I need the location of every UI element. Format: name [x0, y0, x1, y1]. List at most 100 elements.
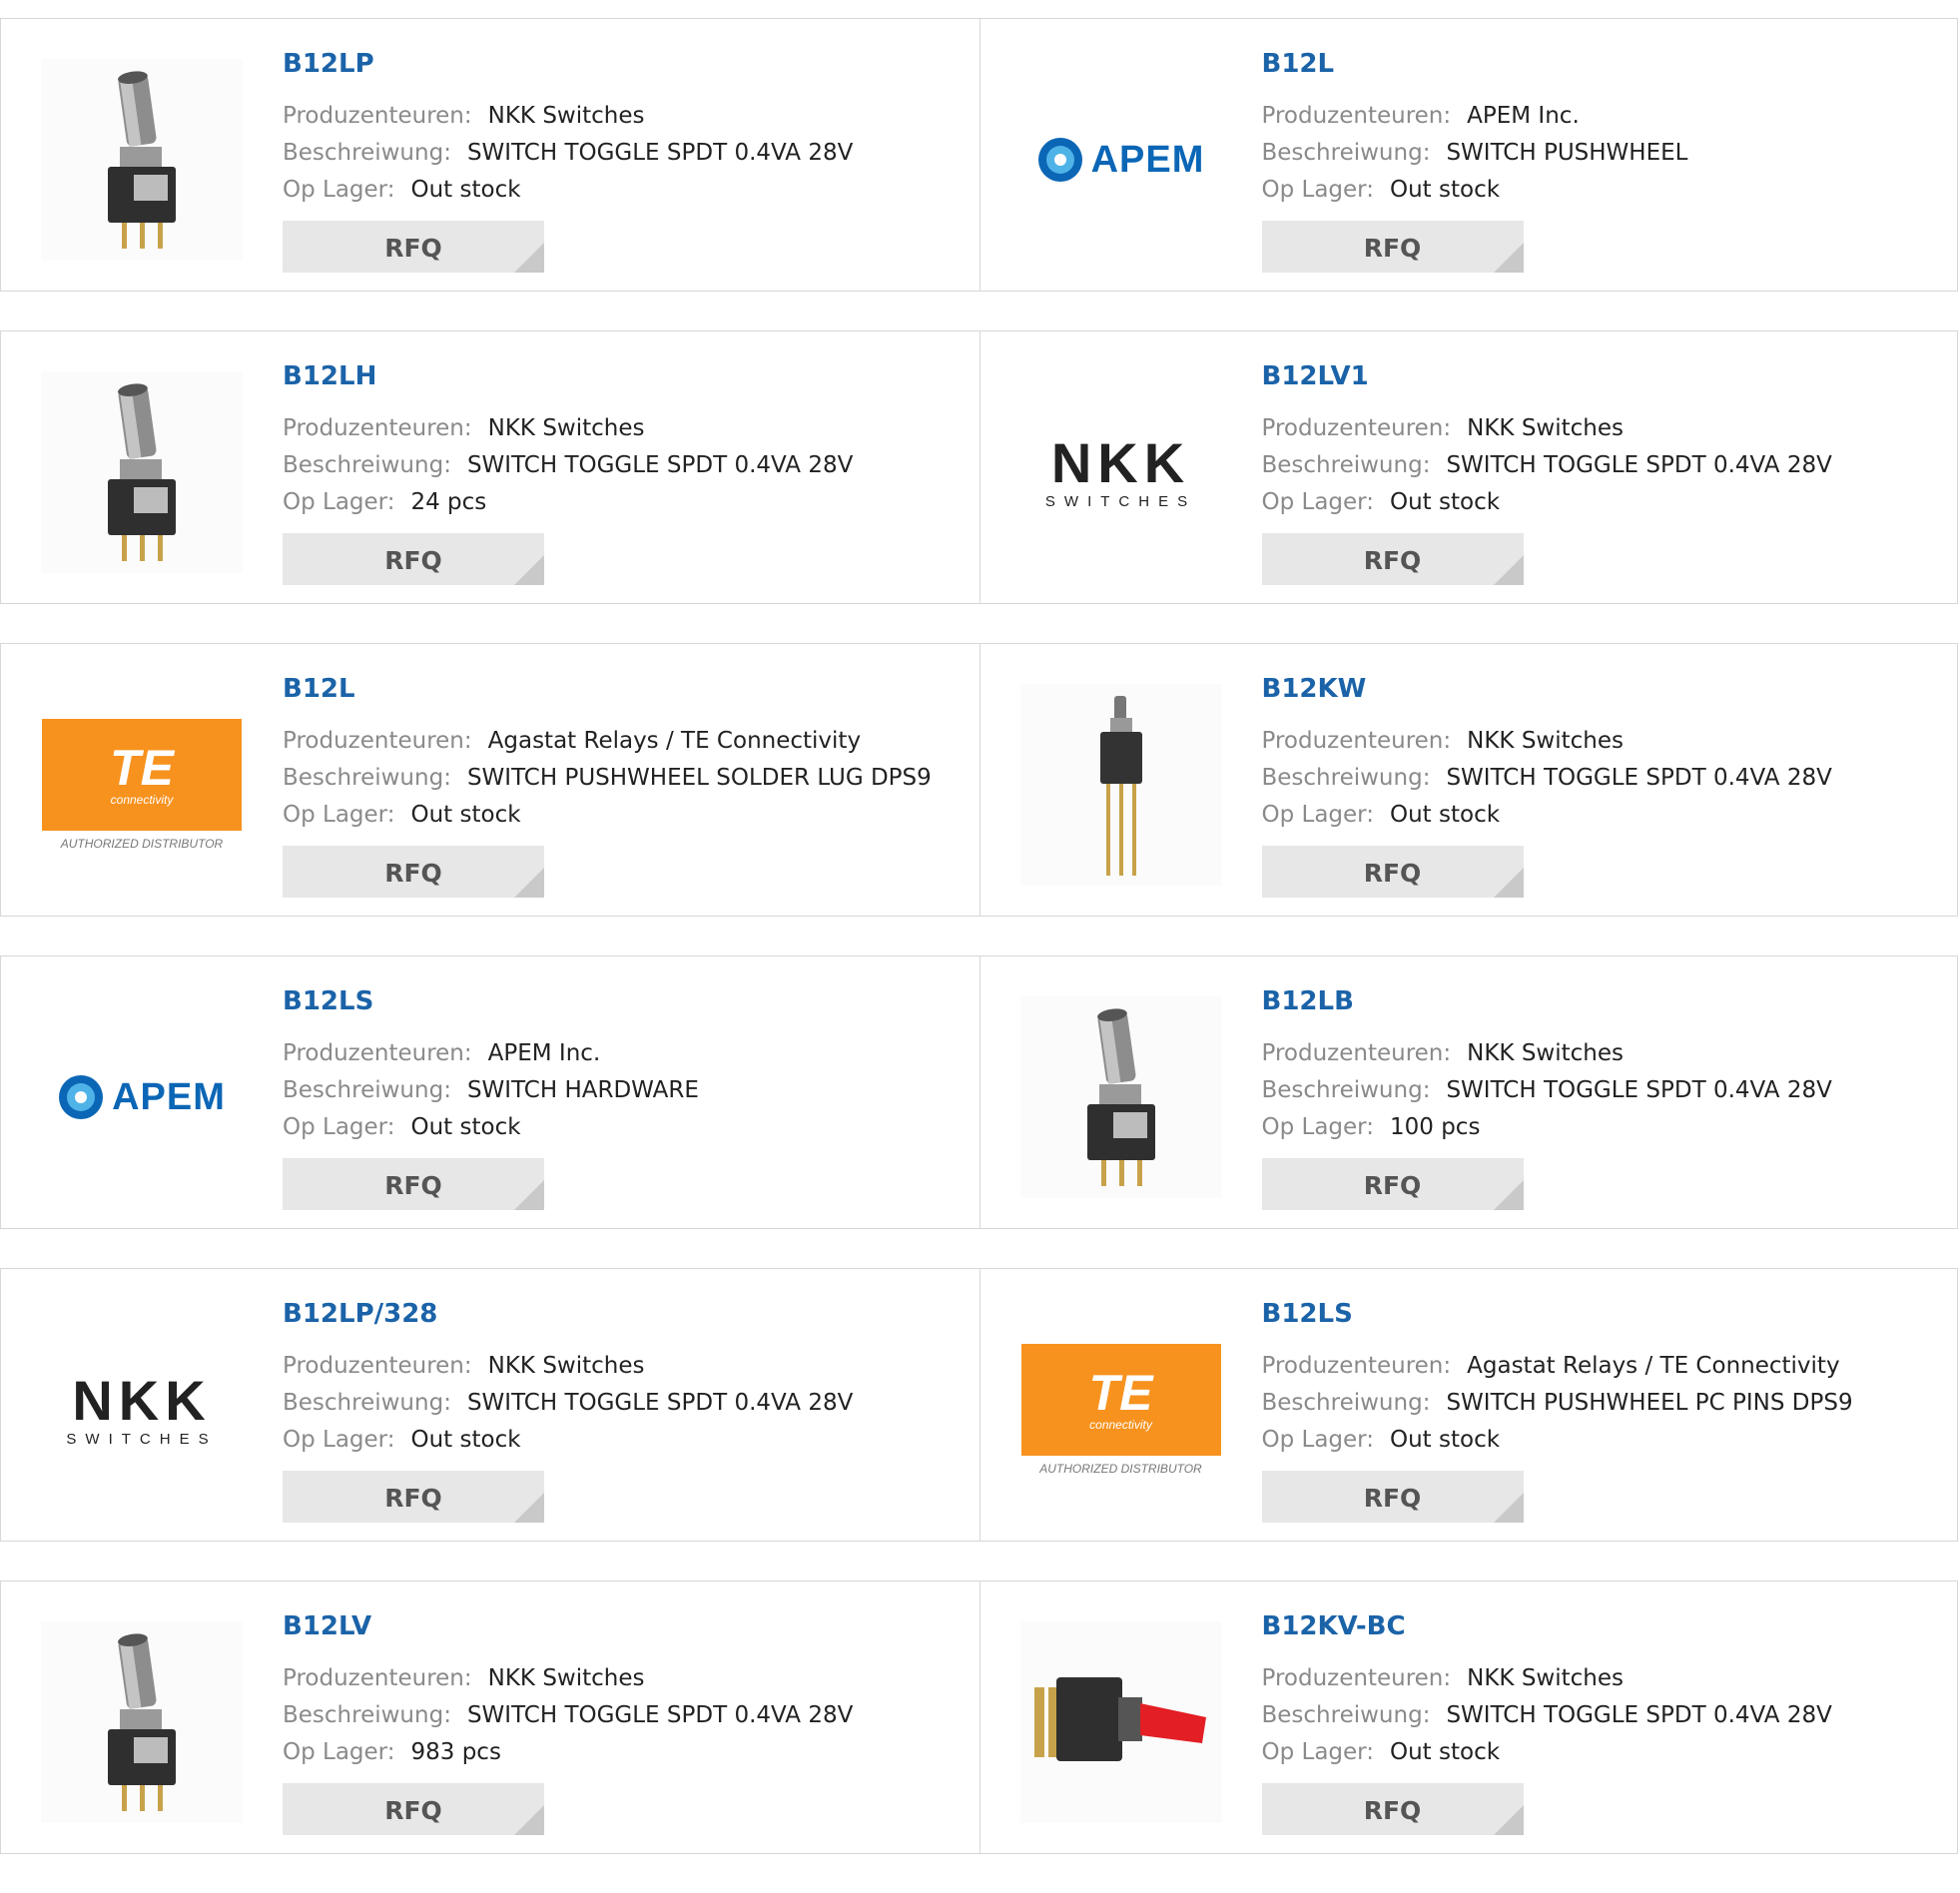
stock-value: Out stock: [410, 177, 521, 203]
rfq-button[interactable]: RFQ: [283, 221, 544, 273]
rfq-button-label: RFQ: [1363, 233, 1422, 263]
part-number-link[interactable]: B12L: [1262, 49, 1938, 79]
rfq-button[interactable]: RFQ: [1261, 1783, 1524, 1835]
rfq-button[interactable]: RFQ: [283, 1783, 544, 1835]
corner-triangle-icon: [514, 555, 544, 585]
rfq-button[interactable]: RFQ: [283, 1158, 544, 1210]
te-connectivity-logo[interactable]: TE connectivity AUTHORIZED DISTRIBUTOR: [1019, 1309, 1222, 1511]
stock-line: Op Lager: 24 pcs: [283, 484, 960, 521]
stock-label: Op Lager:: [1261, 1739, 1374, 1765]
part-number-link[interactable]: B12LH: [283, 361, 960, 391]
toggle-switch-image[interactable]: [41, 1621, 243, 1823]
nkk-logo[interactable]: NKK SWITCHES: [1019, 371, 1222, 573]
description-value: SWITCH TOGGLE SPDT 0.4VA 28V: [466, 1702, 854, 1728]
part-number-link[interactable]: B12LV1: [1262, 361, 1938, 391]
description-line: Beschreiwung: SWITCH TOGGLE SPDT 0.4VA 28…: [1262, 1072, 1938, 1109]
stock-line: Op Lager: Out stock: [1262, 484, 1938, 521]
rfq-button[interactable]: RFQ: [283, 1471, 544, 1523]
manufacturer-value: Agastat Relays / TE Connectivity: [487, 728, 862, 754]
part-number-link[interactable]: B12LS: [1262, 1299, 1938, 1329]
description-label: Beschreiwung:: [283, 1077, 451, 1103]
manufacturer-value: NKK Switches: [487, 1665, 645, 1691]
stock-label: Op Lager:: [283, 802, 395, 828]
rfq-button-label: RFQ: [1363, 1483, 1422, 1513]
product-info: B12KV-BC Produzenteuren: NKK Switches Besch…: [1261, 1611, 1938, 1835]
rfq-button-label: RFQ: [384, 858, 442, 888]
description-label: Beschreiwung:: [1261, 1702, 1431, 1728]
product-card: APEM B12L Produzenteuren: APEM Inc. Beschrei…: [979, 19, 1958, 291]
rfq-button-label: RFQ: [1363, 1795, 1422, 1825]
toggle-switch-image[interactable]: [1019, 684, 1222, 886]
manufacturer-label: Produzenteuren:: [1261, 1040, 1452, 1066]
rfq-button[interactable]: RFQ: [1261, 221, 1524, 273]
part-number-link[interactable]: B12LP: [283, 49, 960, 79]
corner-triangle-icon: [514, 868, 544, 898]
product-info: B12LP/328 Produzenteuren: NKK Switches Besc…: [283, 1299, 960, 1523]
product-info: B12LB Produzenteuren: NKK Switches Beschrei…: [1261, 986, 1938, 1210]
stock-line: Op Lager: Out stock: [1262, 172, 1938, 209]
rfq-button-label: RFQ: [384, 1170, 442, 1200]
description-value: SWITCH TOGGLE SPDT 0.4VA 28V: [466, 452, 854, 478]
description-value: SWITCH HARDWARE: [466, 1077, 699, 1103]
manufacturer-value: APEM Inc.: [1467, 103, 1580, 129]
apem-logo[interactable]: APEM: [41, 996, 243, 1198]
part-number-link[interactable]: B12KV-BC: [1262, 1611, 1938, 1641]
description-line: Beschreiwung: SWITCH PUSHWHEEL SOLDER LUG…: [283, 760, 960, 797]
rfq-button[interactable]: RFQ: [1261, 846, 1524, 898]
te-connectivity-logo[interactable]: TE connectivity AUTHORIZED DISTRIBUTOR: [41, 684, 243, 886]
rfq-button[interactable]: RFQ: [1261, 1471, 1524, 1523]
product-info: B12LS Produzenteuren: APEM Inc. Beschreiwun…: [283, 986, 960, 1210]
manufacturer-label: Produzenteuren:: [283, 728, 472, 754]
product-card: B12LH Produzenteuren: NKK Switches Beschrei…: [1, 331, 980, 603]
rfq-button[interactable]: RFQ: [283, 846, 544, 898]
stock-line: Op Lager: 983 pcs: [283, 1734, 960, 1771]
rfq-button[interactable]: RFQ: [1261, 1158, 1524, 1210]
manufacturer-line: Produzenteuren: NKK Switches: [1262, 410, 1938, 447]
stock-line: Op Lager: Out stock: [1262, 1734, 1938, 1771]
part-number-link[interactable]: B12LP/328: [283, 1299, 960, 1329]
nkk-logo[interactable]: NKK SWITCHES: [41, 1309, 243, 1511]
product-card: APEM B12LS Produzenteuren: APEM Inc. Beschre…: [1, 956, 980, 1228]
part-number-link[interactable]: B12LS: [283, 986, 960, 1016]
stock-line: Op Lager: 100 pcs: [1262, 1109, 1938, 1146]
description-label: Beschreiwung:: [283, 140, 451, 166]
manufacturer-label: Produzenteuren:: [283, 103, 472, 129]
stock-value: Out stock: [410, 802, 521, 828]
apem-logo[interactable]: APEM: [1019, 59, 1222, 261]
rfq-button-label: RFQ: [1363, 1170, 1422, 1200]
stock-line: Op Lager: Out stock: [283, 1422, 960, 1459]
part-number-link[interactable]: B12LV: [283, 1611, 960, 1641]
nkk-logo-mark: NKK: [72, 1368, 212, 1432]
rfq-button[interactable]: RFQ: [283, 533, 544, 585]
product-info: B12LH Produzenteuren: NKK Switches Beschrei…: [283, 361, 960, 585]
toggle-switch-image[interactable]: [41, 59, 243, 261]
toggle-switch-image[interactable]: [41, 371, 243, 573]
description-value: SWITCH TOGGLE SPDT 0.4VA 28V: [466, 140, 854, 166]
product-grid: B12LP Produzenteuren: NKK Switches Beschrei…: [0, 18, 1960, 1893]
nkk-logo-mark: NKK: [1050, 430, 1191, 494]
part-number-link[interactable]: B12KW: [1262, 674, 1938, 704]
toggle-switch-image[interactable]: [1019, 996, 1222, 1198]
description-line: Beschreiwung: SWITCH TOGGLE SPDT 0.4VA 28…: [283, 135, 960, 172]
part-number-link[interactable]: B12LB: [1262, 986, 1938, 1016]
toggle-switch-red-image[interactable]: [1019, 1621, 1222, 1823]
manufacturer-label: Produzenteuren:: [283, 1353, 472, 1379]
stock-value: 983 pcs: [410, 1739, 501, 1765]
description-line: Beschreiwung: SWITCH TOGGLE SPDT 0.4VA 28…: [1262, 760, 1938, 797]
stock-value: Out stock: [1389, 1739, 1501, 1765]
product-row: APEM B12LS Produzenteuren: APEM Inc. Beschre…: [0, 955, 1958, 1229]
description-line: Beschreiwung: SWITCH TOGGLE SPDT 0.4VA 28…: [1262, 1697, 1938, 1734]
part-number-link[interactable]: B12L: [283, 674, 960, 704]
corner-triangle-icon: [514, 1493, 544, 1523]
corner-triangle-icon: [1493, 868, 1524, 898]
stock-line: Op Lager: Out stock: [283, 172, 960, 209]
product-info: B12LP Produzenteuren: NKK Switches Beschrei…: [283, 49, 960, 273]
te-logo-caption: AUTHORIZED DISTRIBUTOR: [60, 837, 224, 851]
apem-logo-text: APEM: [1090, 138, 1205, 181]
description-line: Beschreiwung: SWITCH TOGGLE SPDT 0.4VA 28…: [283, 1385, 960, 1422]
manufacturer-line: Produzenteuren: Agastat Relays / TE Conne…: [283, 723, 960, 760]
rfq-button-label: RFQ: [384, 1483, 442, 1513]
corner-triangle-icon: [514, 243, 544, 273]
rfq-button[interactable]: RFQ: [1261, 533, 1524, 585]
description-label: Beschreiwung:: [283, 452, 451, 478]
